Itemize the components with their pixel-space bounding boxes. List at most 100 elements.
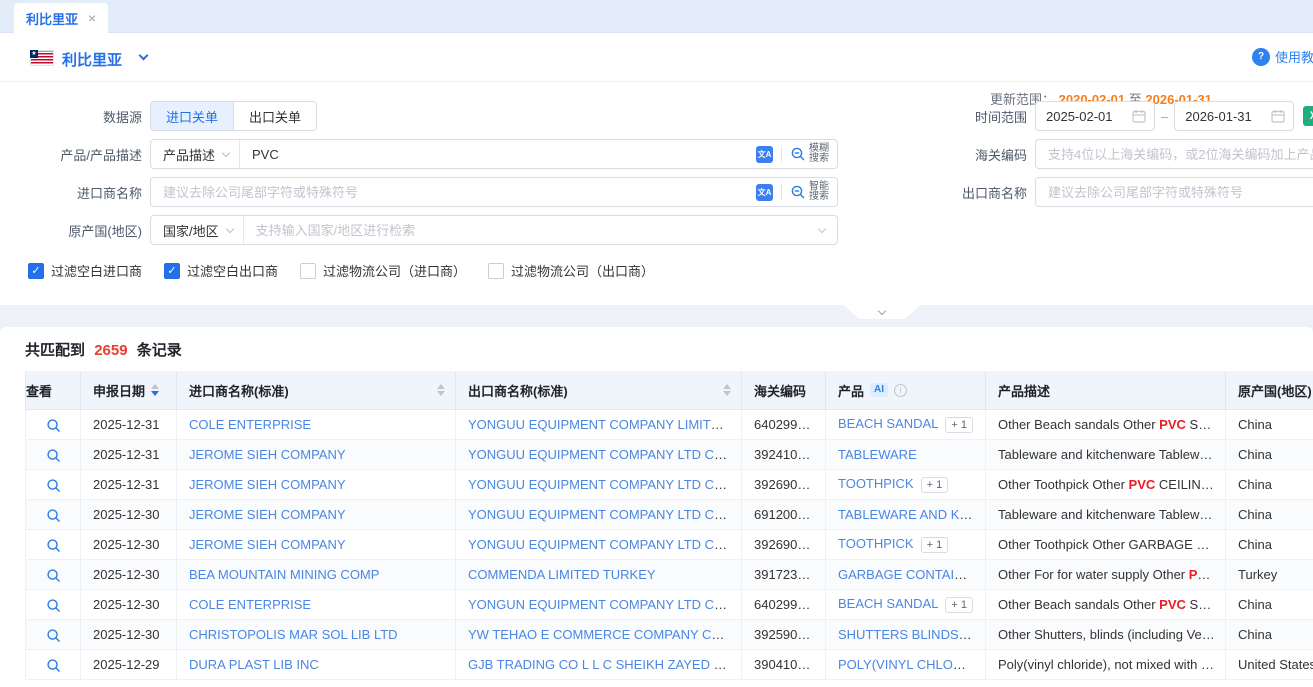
- country-name: 利比里亚: [62, 49, 122, 70]
- country-chevron-down-icon[interactable]: [139, 51, 149, 61]
- product-cell: SHUTTERS BLINDS VE...: [826, 620, 986, 650]
- translate-icon[interactable]: 文A: [756, 146, 773, 163]
- tab-import-manifest[interactable]: 进口关单: [151, 102, 233, 130]
- product-link[interactable]: BEACH SANDAL: [838, 416, 938, 431]
- column-header-1[interactable]: 申报日期: [81, 371, 177, 410]
- product-type-select[interactable]: 产品描述: [151, 140, 240, 168]
- view-details-button[interactable]: [46, 538, 61, 553]
- combo-chevron-down-icon[interactable]: [818, 224, 826, 232]
- exporter-cell: YONGUU EQUIPMENT COMPANY LTD CHIN...: [456, 440, 742, 470]
- hs-code: 3926909900: [742, 530, 826, 560]
- exporter-link[interactable]: YONGUU EQUIPMENT COMPANY LIMITED ...: [468, 417, 742, 432]
- product-link[interactable]: TOOTHPICK: [838, 536, 914, 551]
- product-cell: GARBAGE CONTAINER: [826, 560, 986, 590]
- fuzzy-search-button[interactable]: 模糊搜索: [790, 144, 829, 164]
- origin-country-input[interactable]: [244, 216, 819, 244]
- view-cell: [25, 440, 81, 470]
- exporter-link[interactable]: YONGUN EQUIPMENT COMPANY LTD CHI...: [468, 597, 738, 612]
- view-details-button[interactable]: [46, 658, 61, 673]
- date-start-input[interactable]: 2025-02-01: [1035, 101, 1155, 131]
- table-body: 2025-12-31COLE ENTERPRISEYONGUU EQUIPMEN…: [25, 410, 1313, 680]
- checkbox-filter-blank-exporter[interactable]: ✓ 过滤空白出口商: [164, 261, 278, 280]
- importer-link[interactable]: DURA PLAST LIB INC: [189, 657, 319, 672]
- country-header-row: ★ 利比里亚 ? 使用教程: [0, 33, 1313, 82]
- importer-name-input[interactable]: [151, 178, 748, 206]
- importer-link[interactable]: JEROME SIEH COMPANY: [189, 537, 346, 552]
- exporter-link[interactable]: YONGUU EQUIPMENT COMPANY LTD CHIN...: [468, 477, 742, 492]
- sort-icons[interactable]: [723, 384, 731, 396]
- more-products-badge[interactable]: + 1: [945, 417, 973, 433]
- exporter-link[interactable]: YONGUU EQUIPMENT COMPANY LTD CHIN...: [468, 447, 742, 462]
- declaration-date: 2025-12-30: [81, 620, 177, 650]
- tab-title: 利比里亚: [26, 9, 78, 28]
- data-source-label: 数据源: [8, 107, 150, 126]
- more-products-badge[interactable]: + 1: [921, 537, 949, 553]
- importer-link[interactable]: CHRISTOPOLIS MAR SOL LIB LTD: [189, 627, 398, 642]
- declaration-date: 2025-12-30: [81, 560, 177, 590]
- origin-type-select[interactable]: 国家/地区: [151, 216, 244, 244]
- exporter-link[interactable]: COMMENDA LIMITED TURKEY: [468, 567, 656, 582]
- importer-link[interactable]: BEA MOUNTAIN MINING COMP: [189, 567, 379, 582]
- product-link[interactable]: TOOTHPICK: [838, 476, 914, 491]
- info-icon[interactable]: i: [894, 384, 907, 397]
- checkbox-filter-logistics-exporter[interactable]: 过滤物流公司（出口商）: [488, 261, 654, 280]
- importer-link[interactable]: JEROME SIEH COMPANY: [189, 477, 346, 492]
- view-details-button[interactable]: [46, 448, 61, 463]
- product-link[interactable]: TABLEWARE AND KITC...: [838, 507, 986, 522]
- help-link[interactable]: ? 使用教程: [1252, 47, 1313, 66]
- view-details-button[interactable]: [46, 568, 61, 583]
- collapse-filters-button[interactable]: [844, 305, 920, 319]
- exporter-link[interactable]: YONGUU EQUIPMENT COMPANY LTD CHIN...: [468, 537, 742, 552]
- translate-icon[interactable]: 文A: [756, 184, 773, 201]
- product-link[interactable]: POLY(VINYL CHLORIDE): [838, 657, 986, 672]
- exporter-link[interactable]: YW TEHAO E COMMERCE COMPANY CHINA: [468, 627, 742, 642]
- hs-code-input[interactable]: [1036, 140, 1313, 168]
- product-search-input[interactable]: [240, 140, 748, 168]
- more-products-badge[interactable]: + 1: [921, 477, 949, 493]
- view-details-button[interactable]: [46, 478, 61, 493]
- checkbox-filter-blank-importer[interactable]: ✓ 过滤空白进口商: [28, 261, 142, 280]
- column-header-7: 原产国(地区): [1226, 371, 1313, 410]
- view-details-button[interactable]: [46, 598, 61, 613]
- hs-code: 3917239000: [742, 560, 826, 590]
- product-link[interactable]: TABLEWARE: [838, 447, 917, 462]
- column-header-3[interactable]: 出口商名称(标准): [456, 371, 742, 410]
- tab-export-manifest[interactable]: 出口关单: [233, 102, 316, 130]
- exporter-link[interactable]: YONGUU EQUIPMENT COMPANY LTD CHIN...: [468, 507, 742, 522]
- more-products-badge[interactable]: + 1: [945, 597, 973, 613]
- magnifier-icon: [46, 568, 61, 583]
- exporter-name-input[interactable]: [1036, 178, 1313, 206]
- date-end-input[interactable]: 2026-01-31: [1174, 101, 1294, 131]
- tab-liberia[interactable]: 利比里亚 ×: [14, 3, 108, 33]
- checkbox-label: 过滤物流公司（进口商）: [323, 261, 466, 280]
- view-details-button[interactable]: [46, 628, 61, 643]
- exporter-cell: YONGUU EQUIPMENT COMPANY LTD CHIN...: [456, 500, 742, 530]
- data-source-segmented: 进口关单 出口关单: [150, 101, 317, 131]
- smart-search-button[interactable]: 智能搜索: [790, 182, 829, 202]
- product-link[interactable]: BEACH SANDAL: [838, 596, 938, 611]
- checkbox-icon: ✓: [28, 263, 44, 279]
- checkbox-filter-logistics-importer[interactable]: 过滤物流公司（进口商）: [300, 261, 466, 280]
- sort-icons[interactable]: [437, 384, 445, 396]
- declaration-date: 2025-12-30: [81, 530, 177, 560]
- checkbox-label: 过滤物流公司（出口商）: [511, 261, 654, 280]
- product-description: Other Toothpick Other GARBAGE BA...: [986, 530, 1226, 560]
- column-label: 进口商名称(标准): [189, 381, 289, 400]
- view-details-button[interactable]: [46, 418, 61, 433]
- product-link[interactable]: GARBAGE CONTAINER: [838, 567, 982, 582]
- importer-link[interactable]: COLE ENTERPRISE: [189, 597, 311, 612]
- importer-link[interactable]: JEROME SIEH COMPANY: [189, 447, 346, 462]
- origin-country: China: [1226, 410, 1313, 440]
- excel-export-icon[interactable]: X: [1303, 106, 1313, 126]
- sort-icons[interactable]: [151, 384, 159, 396]
- view-cell: [25, 620, 81, 650]
- search-icon: [790, 184, 806, 200]
- importer-cell: JEROME SIEH COMPANY: [177, 500, 456, 530]
- importer-link[interactable]: COLE ENTERPRISE: [189, 417, 311, 432]
- view-details-button[interactable]: [46, 508, 61, 523]
- importer-link[interactable]: JEROME SIEH COMPANY: [189, 507, 346, 522]
- tab-close-icon[interactable]: ×: [88, 11, 96, 25]
- exporter-link[interactable]: GJB TRADING CO L L C SHEIKH ZAYED ROA...: [468, 657, 742, 672]
- column-header-2[interactable]: 进口商名称(标准): [177, 371, 456, 410]
- product-link[interactable]: SHUTTERS BLINDS VE...: [838, 627, 986, 642]
